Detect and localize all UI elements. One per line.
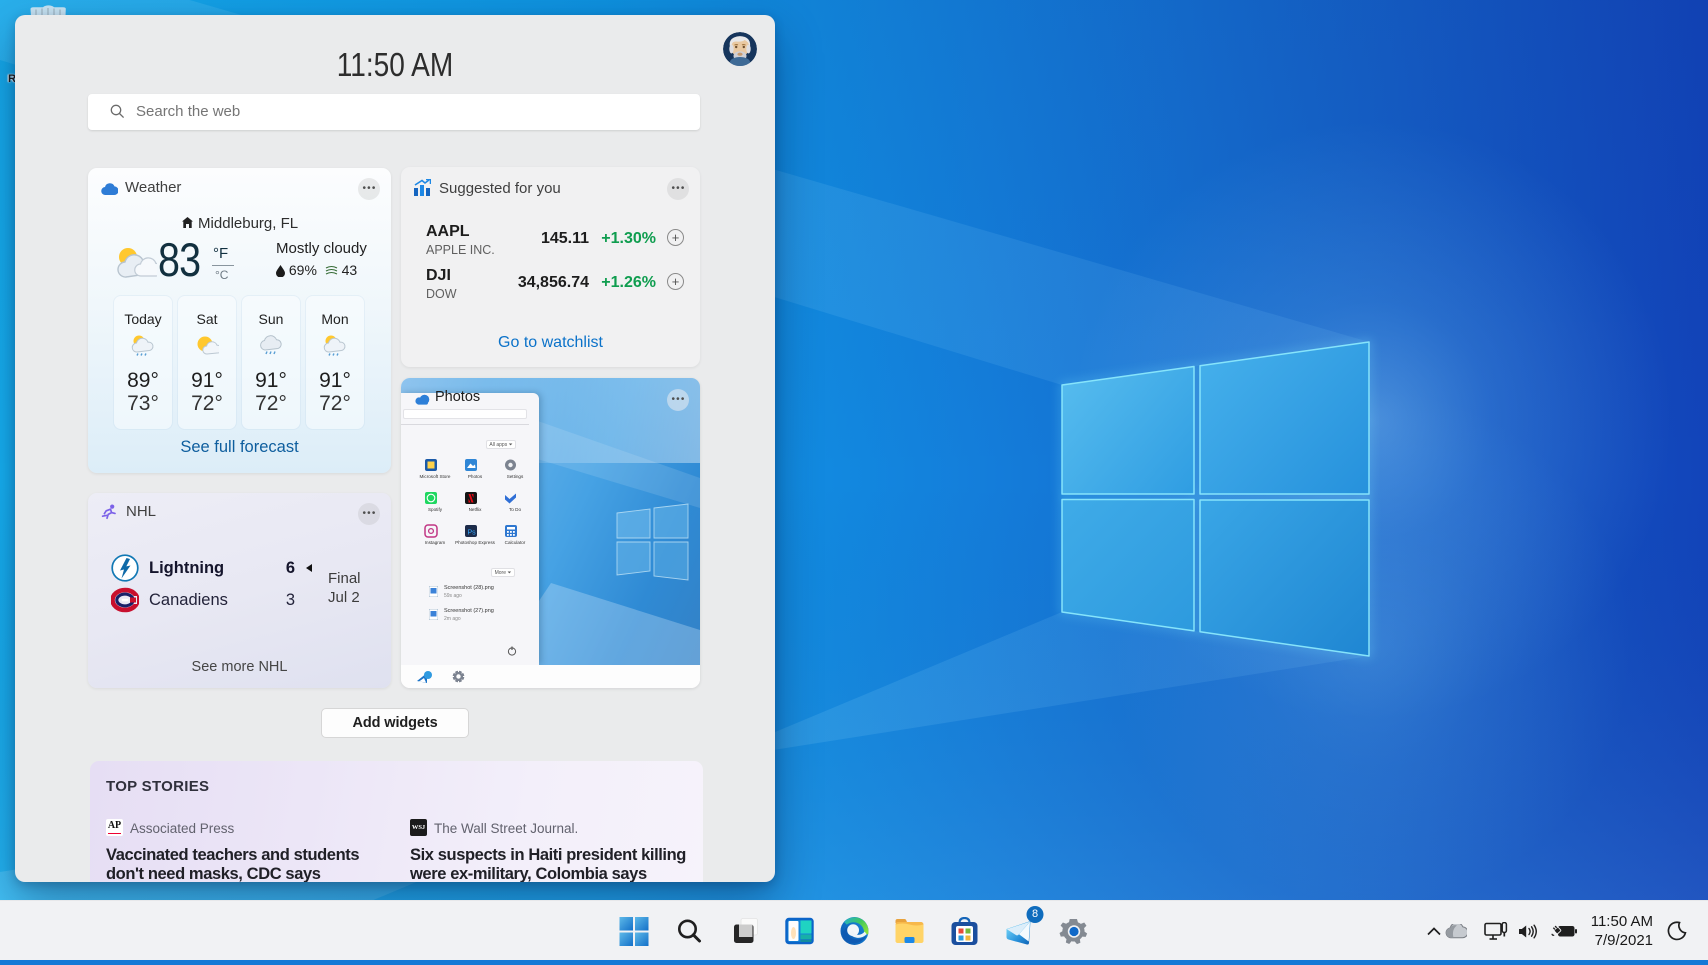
svg-text:Ps: Ps xyxy=(468,530,477,537)
